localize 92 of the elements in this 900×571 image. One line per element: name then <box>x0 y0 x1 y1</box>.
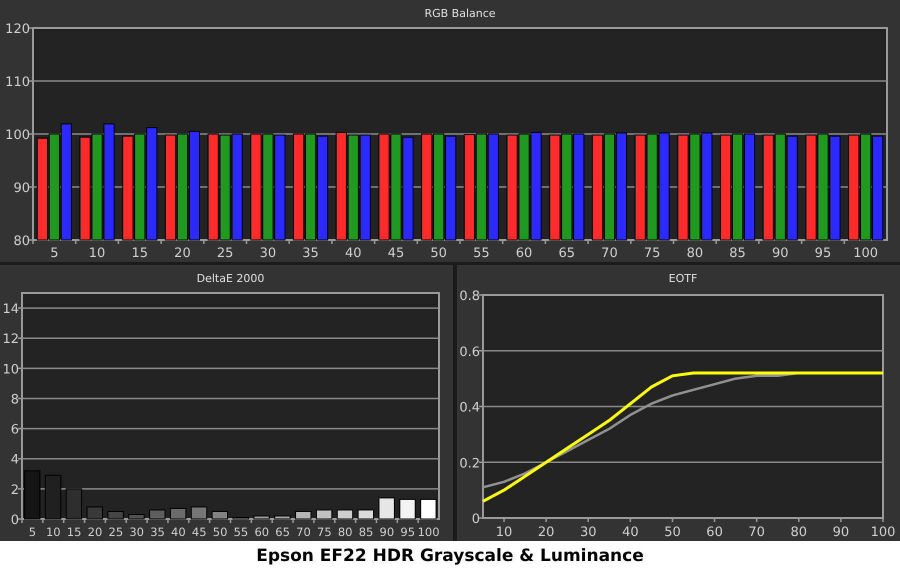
axis-tick-label: 35 <box>150 525 165 539</box>
bar <box>420 498 437 520</box>
axis-tick-label: 35 <box>302 246 319 261</box>
bar <box>149 509 166 520</box>
axis-tick-label: 50 <box>664 525 681 540</box>
bar <box>378 497 395 520</box>
axis-tick-label: 20 <box>88 525 102 539</box>
axis-tick-label: 55 <box>234 525 248 539</box>
axis-tick-label: 100 <box>418 525 440 539</box>
bar <box>232 517 249 520</box>
axis-tick-label: 2 <box>10 482 19 498</box>
bar <box>295 510 312 520</box>
axis-tick-label: 70 <box>748 525 765 540</box>
bar <box>44 474 62 520</box>
axis-tick-label: 0.2 <box>459 456 480 472</box>
axis-tick-label: 40 <box>622 525 639 540</box>
axis-tick-label: 14 <box>2 302 19 318</box>
bar <box>274 515 291 520</box>
axis-tick-label: 90 <box>13 181 30 196</box>
axis-tick-label: 80 <box>790 525 808 540</box>
axis-tick-label: 0 <box>472 512 480 527</box>
axis-tick-label: 60 <box>706 525 723 540</box>
axis-tick-label: 30 <box>260 246 276 261</box>
axis-tick-label: 55 <box>473 246 490 261</box>
axis-tick-label: 25 <box>216 246 234 261</box>
bar <box>24 470 40 520</box>
axis-tick-label: 75 <box>644 246 660 261</box>
axis-tick-label: 100 <box>5 128 30 143</box>
axis-tick-label: 0 <box>10 513 19 528</box>
axis-tick-label: 70 <box>296 525 311 539</box>
chart-title: RGB Balance <box>424 7 496 20</box>
axis-tick-label: 0.4 <box>459 400 480 416</box>
axis-tick-label: 110 <box>5 75 30 90</box>
axis-tick-label: 50 <box>212 525 228 539</box>
axis-tick-label: 70 <box>601 246 618 261</box>
axis-tick-label: 45 <box>192 525 207 539</box>
axis-tick-label: 10 <box>88 246 106 261</box>
axis-tick-label: 15 <box>66 525 82 539</box>
axis-tick-label: 5 <box>28 525 36 539</box>
axis-tick-label: 100 <box>870 525 896 540</box>
axis-tick-label: 60 <box>516 246 532 261</box>
axis-tick-label: 120 <box>5 22 30 37</box>
axis-tick-label: 15 <box>131 246 148 261</box>
caption: Epson EF22 HDR Grayscale & Luminance <box>256 546 644 566</box>
axis-tick-label: 80 <box>338 525 352 539</box>
axis-tick-label: 90 <box>380 525 394 539</box>
axis-tick-label: 80 <box>686 246 704 261</box>
axis-tick-label: 85 <box>358 525 374 539</box>
axis-tick-label: 90 <box>832 525 850 540</box>
bar <box>336 509 354 520</box>
axis-tick-label: 75 <box>317 525 332 539</box>
bar <box>107 510 124 520</box>
axis-tick-label: 100 <box>853 246 878 261</box>
bar <box>253 515 270 520</box>
axis-tick-label: 40 <box>344 246 362 261</box>
axis-tick-label: 12 <box>2 332 19 348</box>
axis-tick-label: 20 <box>538 525 554 540</box>
bar <box>86 506 103 520</box>
axis-tick-label: 65 <box>275 525 290 539</box>
axis-tick-label: 95 <box>400 525 416 539</box>
axis-tick-label: 0.6 <box>459 344 480 360</box>
axis-tick-label: 4 <box>10 452 19 468</box>
axis-tick-label: 25 <box>108 525 124 539</box>
axis-tick-label: 90 <box>772 246 789 261</box>
axis-tick-label: 65 <box>558 246 576 261</box>
axis-tick-label: 10 <box>2 362 19 378</box>
axis-tick-label: 10 <box>46 525 61 539</box>
axis-tick-label: 5 <box>50 246 58 261</box>
axis-tick-label: 6 <box>10 422 19 438</box>
axis-tick-label: 8 <box>10 392 19 408</box>
axis-tick-label: 95 <box>814 246 832 261</box>
bar <box>128 514 145 520</box>
chart-title: DeltaE 2000 <box>196 272 264 285</box>
bar <box>316 509 332 520</box>
bar <box>399 498 416 520</box>
axis-tick-label: 10 <box>496 525 512 540</box>
axis-tick-label: 50 <box>430 246 447 261</box>
axis-tick-label: 40 <box>171 525 186 539</box>
axis-tick-label: 30 <box>129 525 144 539</box>
axis-tick-label: 85 <box>729 246 746 261</box>
axis-tick-label: 60 <box>254 525 270 539</box>
bar <box>212 510 228 520</box>
bar <box>66 488 82 520</box>
axis-tick-label: 80 <box>13 234 30 249</box>
bar <box>358 509 374 520</box>
axis-tick-label: 45 <box>388 246 404 261</box>
bar <box>190 506 208 520</box>
bar <box>170 508 186 520</box>
axis-tick-label: 30 <box>580 525 597 540</box>
axis-tick-label: 20 <box>174 246 191 261</box>
chart-title: EOTF <box>668 272 698 285</box>
axis-tick-label: 0.8 <box>459 289 480 304</box>
